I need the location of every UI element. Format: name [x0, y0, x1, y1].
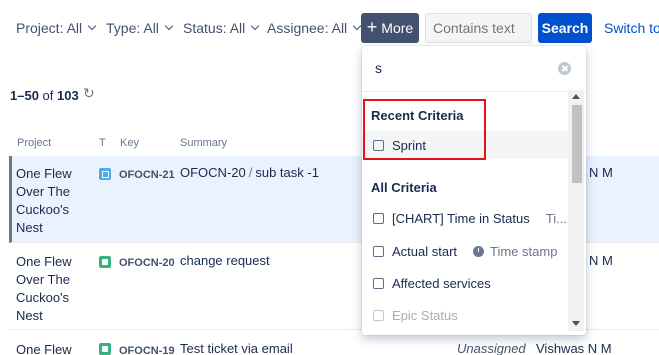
row-summary-text[interactable]: sub task -1 — [255, 165, 319, 180]
option-extra: Time stamp — [473, 244, 557, 259]
assignee-filter-label: Assignee: All — [267, 20, 348, 36]
dropdown-scrollbar[interactable] — [568, 90, 584, 331]
chevron-down-icon — [87, 21, 97, 31]
scroll-down-icon[interactable] — [572, 321, 580, 326]
row-key[interactable]: OFOCN-20 — [119, 254, 175, 272]
switch-view-link[interactable]: Switch to — [604, 20, 659, 36]
clock-icon — [473, 245, 485, 257]
option-label: [CHART] Time in Status — [392, 210, 530, 226]
more-criteria-dropdown: s Recent Criteria Sprint All Criteria [C… — [362, 46, 586, 335]
criteria-option-affected-services[interactable]: Affected services — [362, 269, 568, 297]
chevron-down-icon — [251, 21, 260, 31]
chevron-down-icon — [164, 21, 174, 31]
column-header-type[interactable]: T — [99, 137, 106, 149]
row-key[interactable]: OFOCN-21 — [119, 166, 175, 184]
clear-icon[interactable] — [558, 62, 571, 75]
scroll-thumb[interactable] — [572, 105, 582, 183]
results-of: of — [42, 88, 54, 103]
row-assignee: N M — [589, 253, 613, 268]
all-criteria-title: All Criteria — [371, 180, 437, 195]
refresh-icon[interactable]: ↻ — [83, 85, 95, 102]
row-assignee: N M — [589, 165, 613, 180]
criteria-search-input[interactable]: s — [370, 56, 578, 82]
subtask-icon — [99, 168, 111, 180]
column-header-key[interactable]: Key — [120, 137, 139, 149]
option-extra-text: Time stamp — [490, 243, 558, 259]
type-filter[interactable]: Type: All — [106, 20, 174, 36]
status-filter-label: Status: All — [183, 20, 246, 36]
column-header-summary[interactable]: Summary — [180, 137, 227, 149]
row-summary[interactable]: OFOCN-20/sub task -1 — [180, 164, 319, 182]
highlight-box — [363, 99, 486, 160]
project-filter[interactable]: Project: All — [16, 20, 97, 36]
contains-text-input[interactable] — [425, 13, 532, 43]
option-label: Epic Status — [392, 307, 458, 323]
row-parent-key[interactable]: OFOCN-20 — [180, 165, 246, 180]
results-count: 1–50 of 103 — [10, 88, 79, 103]
checkbox[interactable] — [373, 212, 384, 224]
checkbox[interactable] — [373, 277, 384, 289]
results-range: 1–50 — [10, 88, 39, 103]
project-filter-label: Project: All — [16, 20, 83, 36]
story-icon — [99, 256, 111, 268]
option-label: Affected services — [392, 275, 491, 291]
column-header-project[interactable]: Project — [17, 137, 51, 149]
row-summary[interactable]: Test ticket via email — [180, 340, 293, 355]
type-filter-label: Type: All — [106, 20, 159, 36]
row-project: One Flew Over The Cuckoo's Nest — [16, 254, 72, 323]
row-project: One Flew — [16, 342, 72, 355]
row-key[interactable]: OFOCN-19 — [119, 342, 175, 355]
criteria-option-chart-time-in-status[interactable]: [CHART] Time in Status Ti... — [362, 204, 568, 232]
row-unassigned: Unassigned — [457, 341, 526, 355]
assignee-filter[interactable]: Assignee: All — [267, 20, 362, 36]
row-project: One Flew Over The Cuckoo's Nest — [16, 166, 72, 235]
criteria-option-actual-start[interactable]: Actual start Time stamp — [362, 237, 568, 265]
search-button[interactable]: Search — [538, 13, 592, 43]
scroll-up-icon[interactable] — [572, 94, 580, 99]
story-icon — [99, 343, 111, 355]
checkbox — [373, 309, 384, 321]
option-label: Actual start — [392, 243, 458, 259]
criteria-option-epic-status: Epic Status — [362, 301, 568, 329]
results-total: 103 — [57, 88, 79, 103]
more-button-label: More — [381, 20, 414, 36]
divider — [362, 91, 586, 92]
more-button[interactable]: + More — [361, 13, 419, 43]
option-extra: Ti... — [545, 210, 567, 226]
row-separator: / — [248, 165, 253, 180]
row-summary[interactable]: change request — [180, 252, 270, 270]
plus-icon: + — [366, 17, 378, 37]
checkbox[interactable] — [373, 245, 384, 257]
status-filter[interactable]: Status: All — [183, 20, 260, 36]
row-assignee: Vishwas N M — [536, 341, 612, 355]
